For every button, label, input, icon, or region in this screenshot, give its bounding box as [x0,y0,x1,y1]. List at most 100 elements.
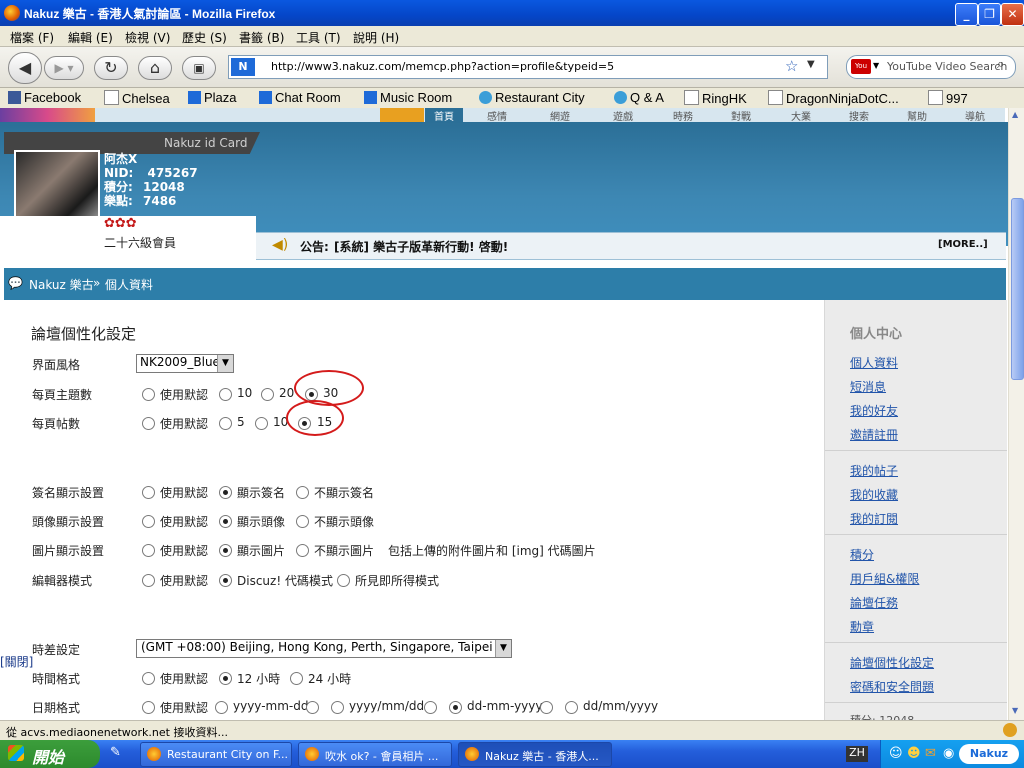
style-select[interactable]: NK2009_Blue ▼ [136,354,234,373]
nav-tab-8[interactable]: 幫助 [907,108,927,123]
timezone-select[interactable]: (GMT +08:00) Beijing, Hong Kong, Perth, … [136,639,512,658]
date-radio-blank[interactable] [306,701,319,714]
sidebar-item-subscriptions[interactable]: 我的訂閱 [850,510,898,527]
notice-link[interactable]: [系統] 樂古子版革新行動! 啓動! [334,238,508,255]
addon-icon[interactable] [1003,723,1017,737]
bookmark-qa[interactable]: Q & A [614,90,664,105]
username[interactable]: 阿杰X [104,152,198,166]
sidebar-item-usergroups[interactable]: 用戶組&權限 [850,570,919,587]
close-link[interactable]: [關閉] [0,653,34,670]
date-radio-yyyy-slash[interactable] [331,701,344,714]
scroll-down-icon[interactable]: ▼ [1012,706,1018,715]
date-radio-default[interactable] [142,701,155,714]
nav-tab-9[interactable]: 導航 [965,108,985,123]
nav-tab-2[interactable]: 網遊 [550,108,570,123]
image-radio-show[interactable] [219,544,232,557]
bookmark-chelsea[interactable]: Chelsea [104,90,170,106]
quicklaunch-icon[interactable]: ✎ [110,745,121,760]
language-indicator[interactable]: ZH [846,746,868,762]
nav-tab-home[interactable]: 首頁 [425,108,463,123]
bookmark-page-button[interactable]: ▣ [182,56,216,80]
topics-radio-20[interactable] [261,388,274,401]
menu-tools[interactable]: 工具 (T) [296,29,341,46]
topics-radio-10[interactable] [219,388,232,401]
search-input[interactable]: YouTube Video Search [887,60,1007,73]
network-icon[interactable]: ◉ [943,746,954,761]
forward-button[interactable]: ▶ ▾ [44,56,84,80]
nav-tab-7[interactable]: 搜索 [849,108,869,123]
time-radio-default[interactable] [142,672,155,685]
date-radio-dd-slash-a[interactable] [540,701,553,714]
star-icon[interactable]: ☆ [785,57,798,75]
reload-button[interactable]: ↻ [94,56,128,80]
smiley-icon[interactable]: ☻ [907,746,921,761]
search-icon[interactable]: ⌕ [997,57,1004,72]
sidebar-item-favorites[interactable]: 我的收藏 [850,486,898,503]
editor-radio-default[interactable] [142,574,155,587]
sidebar-item-medals[interactable]: 勳章 [850,618,874,635]
scroll-up-icon[interactable]: ▲ [1012,110,1018,119]
menu-file[interactable]: 檔案 (F) [10,29,54,46]
bookmark-997[interactable]: 997 [928,90,968,106]
date-radio-yyyy-mm-dd[interactable] [215,701,228,714]
sidebar-item-credits[interactable]: 積分 [850,546,874,563]
date-radio-dd-slash[interactable] [565,701,578,714]
menu-bookmarks[interactable]: 書籤 (B) [239,29,284,46]
signature-radio-hide[interactable] [296,486,309,499]
posts-radio-5[interactable] [219,417,232,430]
taskbar-item-restaurant-city[interactable]: Restaurant City on F... [140,742,292,767]
topics-radio-default[interactable] [142,388,155,401]
avatar-radio-show[interactable] [219,515,232,528]
sidebar-item-tasks[interactable]: 論壇任務 [850,594,898,611]
sidebar-item-invite[interactable]: 邀請註冊 [850,426,898,443]
url-text[interactable]: http://www3.nakuz.com/memcp.php?action=p… [271,60,614,73]
breadcrumb-current[interactable]: 個人資料 [105,276,153,293]
search-bar[interactable]: You ▼ YouTube Video Search ⌕ [846,55,1016,79]
menu-history[interactable]: 歷史 (S) [182,29,227,46]
editor-radio-wysiwyg[interactable] [337,574,350,587]
nav-tab-6[interactable]: 大業 [791,108,811,123]
back-button[interactable]: ◀ [8,52,42,84]
sidebar-item-personalization[interactable]: 論壇個性化設定 [850,654,934,671]
avatar-radio-default[interactable] [142,515,155,528]
menu-help[interactable]: 說明 (H) [353,29,399,46]
nav-tab-3[interactable]: 遊戲 [613,108,633,123]
nav-tab-1[interactable]: 感情 [487,108,507,123]
bookmark-restaurant-city[interactable]: Restaurant City [479,90,585,105]
url-dropdown-icon[interactable]: ▼ [807,59,815,70]
bookmark-chat-room[interactable]: Chat Room [259,90,341,105]
avatar-radio-hide[interactable] [296,515,309,528]
breadcrumb-site[interactable]: Nakuz 樂古 [29,276,94,293]
bookmark-ringhk[interactable]: RingHK [684,90,747,106]
url-bar[interactable]: N http://www3.nakuz.com/memcp.php?action… [228,55,828,79]
sidebar-item-messages[interactable]: 短消息 [850,378,886,395]
chat-icon[interactable]: ✉ [925,746,936,761]
nav-tab-5[interactable]: 對戰 [731,108,751,123]
vertical-scrollbar[interactable]: ▲ ▼ [1008,108,1024,720]
posts-radio-default[interactable] [142,417,155,430]
sidebar-item-profile[interactable]: 個人資料 [850,354,898,371]
bookmark-facebook[interactable]: Facebook [8,90,81,105]
menu-view[interactable]: 檢視 (V) [125,29,170,46]
sidebar-item-password[interactable]: 密碼和安全問題 [850,678,934,695]
image-radio-hide[interactable] [296,544,309,557]
menu-edit[interactable]: 編輯 (E) [68,29,113,46]
site-identity-icon[interactable]: N [231,58,255,76]
image-radio-default[interactable] [142,544,155,557]
minimize-button[interactable]: _ [955,3,978,26]
date-radio-dd-mm-yyyy-a[interactable] [424,701,437,714]
signature-radio-default[interactable] [142,486,155,499]
signature-radio-show[interactable] [219,486,232,499]
search-engine-dropdown-icon[interactable]: ▼ [873,61,879,70]
sidebar-item-my-posts[interactable]: 我的帖子 [850,462,898,479]
bookmark-dragonninja[interactable]: DragonNinjaDotC... [768,90,899,106]
nav-tab-4[interactable]: 時務 [673,108,693,123]
date-radio-dd-mm-yyyy[interactable] [449,701,462,714]
close-button[interactable]: ✕ [1001,3,1024,26]
more-link[interactable]: [MORE..] [938,239,988,250]
scroll-thumb[interactable] [1011,198,1024,380]
time-radio-12h[interactable] [219,672,232,685]
youtube-icon[interactable]: You [851,59,871,74]
people-icon[interactable]: ☺ [889,746,903,761]
taskbar-item-nakuz[interactable]: Nakuz 樂古 - 香港人... [458,742,612,767]
